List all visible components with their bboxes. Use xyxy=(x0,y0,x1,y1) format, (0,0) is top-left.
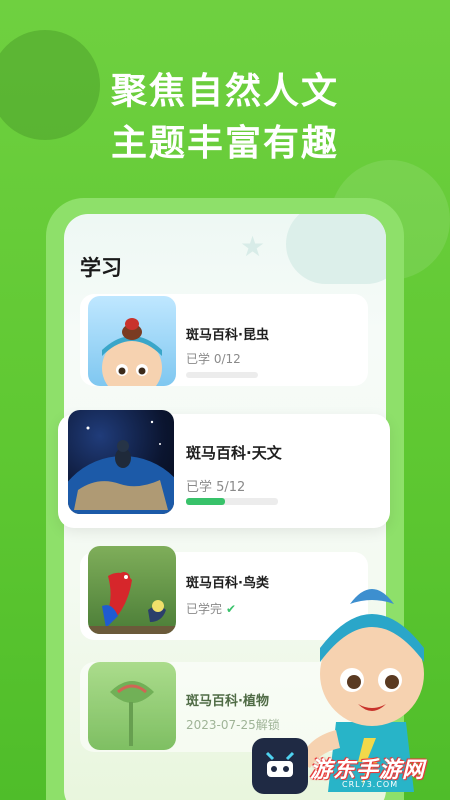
app-logo-icon xyxy=(252,738,308,794)
completed-check-icon: ✔ xyxy=(226,602,237,616)
section-title: 学习 xyxy=(80,256,122,280)
course-title: 斑马百科·植物 xyxy=(186,694,269,709)
course-status: 已学完 ✔ xyxy=(186,600,236,617)
course-status: 已学 5/12 xyxy=(186,480,246,495)
headline-line-2: 主题丰富有趣 xyxy=(110,123,339,164)
headline-line-1: 聚焦自然人文 xyxy=(110,71,339,112)
course-thumbnail-insects xyxy=(88,296,176,386)
course-progress-bar xyxy=(186,372,258,378)
course-thumbnail-astronomy xyxy=(68,410,174,514)
headline: 聚焦自然人文 主题丰富有趣 xyxy=(0,66,450,170)
course-status-text: 已学完 xyxy=(186,602,223,616)
course-thumbnail-plants xyxy=(88,662,176,750)
star-decoration-icon: ★ xyxy=(240,230,266,263)
course-thumbnail-birds xyxy=(88,546,176,634)
course-status: 2023-07-25解锁 xyxy=(186,718,280,732)
screen-decoration xyxy=(286,214,386,284)
course-title: 斑马百科·昆虫 xyxy=(186,328,269,343)
watermark-url: CRL73.COM xyxy=(342,780,399,789)
course-progress-bar xyxy=(186,498,278,505)
course-progress-fill xyxy=(186,498,225,505)
course-title: 斑马百科·鸟类 xyxy=(186,576,269,591)
course-title: 斑马百科·天文 xyxy=(186,444,282,462)
course-status: 已学 0/12 xyxy=(186,352,241,366)
